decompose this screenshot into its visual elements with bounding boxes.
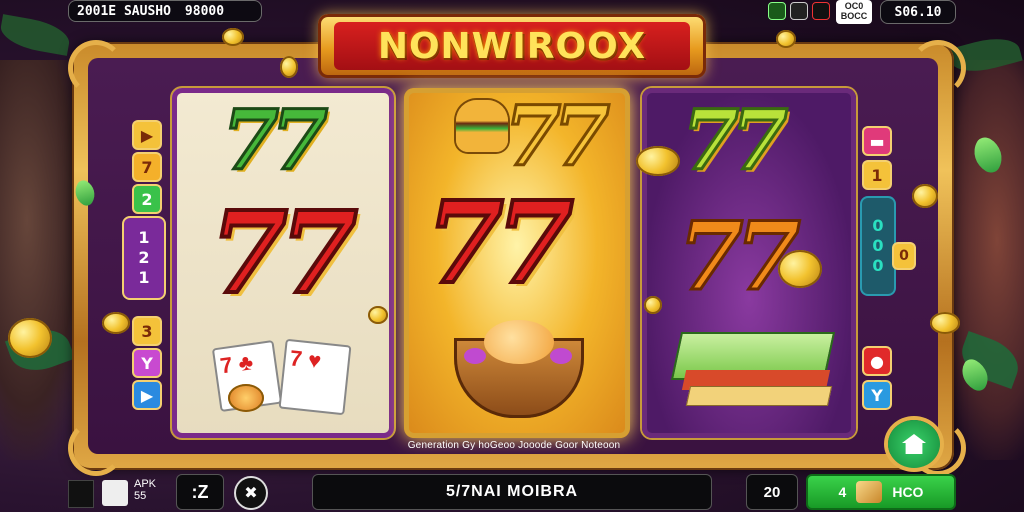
apk-value: 55 — [134, 490, 147, 502]
side-badge-label: 0 — [899, 248, 909, 264]
side-button-label: Y — [141, 353, 153, 373]
odds-badge: OC0 BOCC — [836, 0, 872, 24]
side-button-3[interactable]: 3 — [134, 318, 160, 344]
coin-icon — [776, 30, 796, 48]
ornament-top-left — [68, 40, 124, 96]
spin-amount: HCO — [892, 484, 924, 500]
side-button-label: 2 — [141, 189, 153, 209]
apk-label-block: APK 55 — [134, 478, 156, 502]
info-icon[interactable] — [102, 480, 128, 506]
forward-label: ▶ — [140, 385, 154, 405]
side-button-label: 7 — [141, 157, 153, 177]
line-number: 0 — [872, 236, 884, 255]
play-label: ▶ — [140, 125, 154, 145]
message-text: 5/7NAI MOIBRA — [445, 483, 579, 500]
settings-icon[interactable] — [790, 2, 808, 20]
coin-icon — [778, 250, 822, 288]
side-button-red[interactable]: ● — [864, 348, 890, 374]
forward-button[interactable]: ▶ — [134, 382, 160, 408]
side-button-label: ▬ — [869, 131, 885, 151]
apk-label: APK — [134, 478, 157, 490]
seven-symbol: 77 — [208, 188, 360, 319]
seven-symbol: 77 — [220, 93, 329, 189]
sandwich-symbol — [670, 332, 836, 408]
burger-symbol — [456, 100, 508, 152]
odds-label-top: OC0 — [844, 1, 864, 11]
seven-symbol: 77 — [680, 93, 789, 189]
reel-2: 77 77 — [404, 88, 630, 438]
coin-icon — [930, 312, 960, 334]
coin-icon — [228, 384, 264, 412]
lines-display[interactable]: 20 — [746, 474, 798, 510]
side-button-label: 3 — [141, 321, 153, 341]
reel-1: 77 77 7 ♣ 7 ♥ — [172, 88, 394, 438]
side-button-y[interactable]: Y — [134, 350, 160, 376]
coin-icon — [102, 312, 130, 334]
message-bar: 5/7NAI MOIBRA — [312, 474, 712, 510]
home-button[interactable] — [888, 420, 940, 468]
credit-value: S06.10 — [894, 4, 942, 20]
reel-3: 77 77 — [642, 88, 856, 438]
status-bar: 2001E SAUSHO 98000 — [68, 0, 262, 22]
credit-display: S06.10 — [880, 0, 956, 24]
seven-symbol: 77 — [502, 89, 611, 185]
line-number: 0 — [872, 256, 884, 275]
menu-icon[interactable] — [812, 2, 830, 20]
title-banner: NONWIROOX — [334, 22, 690, 70]
sound-icon[interactable] — [768, 2, 786, 20]
ornament-bottom-left — [68, 420, 124, 476]
spin-value: 4 — [838, 484, 847, 500]
coin-icon — [912, 184, 938, 208]
side-button-7[interactable]: 7 — [134, 154, 160, 180]
side-button-bar[interactable]: ▬ — [864, 128, 890, 154]
coin-icon — [644, 296, 662, 314]
seven-symbol: 77 — [424, 178, 576, 309]
line-number: 0 — [872, 216, 884, 235]
line-selector-right[interactable]: 0 0 0 — [862, 198, 894, 294]
cards-symbol: 7 ♣ 7 ♥ — [211, 338, 356, 416]
home-icon — [902, 434, 926, 454]
side-button-blue[interactable]: Y — [864, 382, 890, 408]
coin-icon — [8, 318, 52, 358]
side-button-label: 1 — [871, 165, 883, 185]
coin-icon — [636, 146, 680, 176]
balance-value: 98000 — [184, 3, 225, 19]
side-button-label: ● — [870, 351, 884, 371]
status-text: 2001E SAUSHO — [77, 3, 171, 19]
lines-value: 20 — [763, 483, 781, 501]
coin-icon — [280, 56, 298, 78]
basket-symbol — [454, 320, 584, 418]
side-badge[interactable]: 0 — [894, 244, 914, 268]
seven-symbol: 77 — [677, 202, 803, 312]
side-button-2[interactable]: 2 — [134, 186, 160, 212]
bet-display[interactable]: :Z — [176, 474, 224, 510]
line-number: 1 — [138, 228, 150, 247]
coin-bag-icon — [856, 481, 883, 503]
autoplay-icon: ✖ — [244, 485, 258, 502]
reel-caption: Generation Gy hoGeoo Jooode Goor Noteoon — [407, 440, 621, 451]
side-button-label: Y — [871, 385, 883, 405]
side-button-1[interactable]: 1 — [864, 162, 890, 188]
ornament-top-right — [910, 40, 966, 96]
line-selector-left[interactable]: 1 2 1 — [124, 218, 164, 298]
odds-label-bottom: BOCC — [840, 11, 868, 21]
autoplay-button[interactable]: ✖ — [234, 476, 268, 510]
spin-button[interactable]: 4 HCO — [806, 474, 956, 510]
play-button[interactable]: ▶ — [134, 122, 160, 148]
menu-square-icon[interactable] — [68, 480, 94, 508]
coin-icon — [368, 306, 388, 324]
line-number: 1 — [138, 268, 150, 287]
line-number: 2 — [138, 248, 150, 267]
bet-display-value: :Z — [191, 481, 209, 502]
game-title: NONWIROOX — [377, 25, 647, 67]
coin-icon — [222, 28, 244, 46]
